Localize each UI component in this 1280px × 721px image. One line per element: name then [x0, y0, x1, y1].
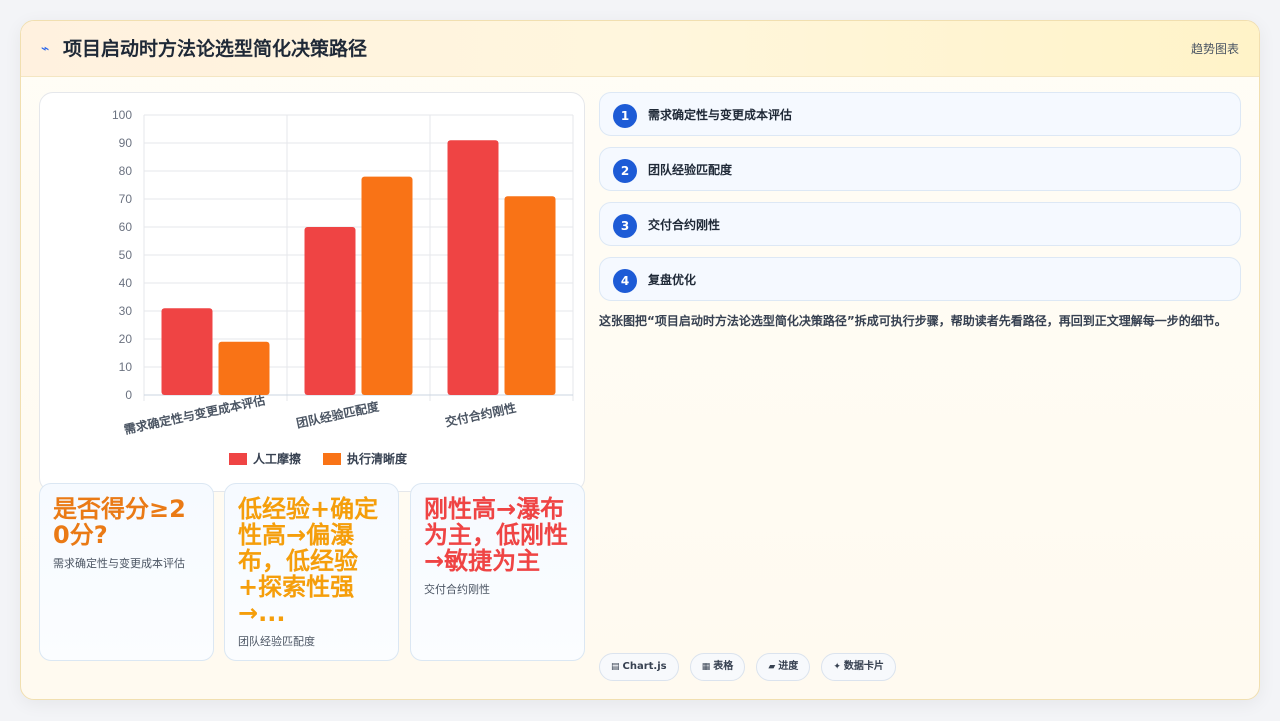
- stat-label: 需求确定性与变更成本评估: [53, 557, 185, 570]
- x-tick-label: 交付合约刚性: [444, 400, 518, 430]
- header-tag: 趋势图表: [1190, 42, 1239, 56]
- step-label: 团队经验匹配度: [648, 163, 733, 177]
- step-item-2[interactable]: 2 团队经验匹配度: [599, 147, 1241, 191]
- step-number: 1: [613, 104, 637, 128]
- stat-card-3: 刚性高→瀑布为主，低刚性→敏捷为主 交付合约刚性: [410, 483, 585, 661]
- step-label: 复盘优化: [648, 273, 697, 287]
- step-item-4[interactable]: 4 复盘优化: [599, 257, 1241, 301]
- chip-label: 进度: [778, 661, 799, 672]
- sparkle-icon: ✦: [833, 662, 841, 672]
- y-tick-label: 100: [112, 108, 132, 122]
- step-label: 需求确定性与变更成本评估: [648, 108, 793, 122]
- page-title: 项目启动时方法论选型简化决策路径: [63, 38, 368, 60]
- legend-swatch: [323, 453, 341, 465]
- feature-chips: ▤ Chart.js ▦ 表格 ▰ 进度 ✦ 数据卡片: [599, 653, 902, 681]
- legend-label: 执行清晰度: [347, 451, 408, 466]
- step-number: 2: [613, 159, 637, 183]
- chip-label: Chart.js: [622, 661, 667, 672]
- y-tick-label: 80: [119, 164, 133, 178]
- stat-card-1: 是否得分≥20分? 需求确定性与变更成本评估: [39, 483, 214, 661]
- step-label: 交付合约刚性: [648, 218, 721, 232]
- legend-label: 人工摩擦: [253, 451, 301, 466]
- stat-value: 刚性高→瀑布为主，低刚性→敏捷为主: [424, 495, 568, 575]
- bar: [361, 176, 413, 395]
- chip-label: 数据卡片: [843, 661, 884, 672]
- y-tick-label: 70: [119, 192, 133, 206]
- bar-chart: 0102030405060708090100需求确定性与变更成本评估 团队经验匹配…: [112, 108, 574, 466]
- bar: [161, 308, 213, 395]
- y-tick-label: 50: [119, 248, 133, 262]
- x-tick-label: 团队经验匹配度: [295, 398, 381, 430]
- chip-data-card[interactable]: ✦ 数据卡片: [821, 653, 896, 681]
- bar: [447, 140, 499, 395]
- stat-label: 交付合约刚性: [424, 583, 490, 596]
- bar: [304, 227, 356, 395]
- bar: [504, 196, 556, 395]
- chart-panel: 0 10 20 30 40 50 60 70 80 90 100 需求确定性与变更成本评估 团队经验匹配…: [39, 92, 585, 492]
- stat-card-2: 低经验+确定性高→偏瀑布，低经验+探索性强→... 团队经验匹配度: [224, 483, 399, 661]
- y-tick-label: 40: [119, 276, 133, 290]
- step-list: 1 需求确定性与变更成本评估 2 团队经验匹配度 3 交付合约刚性 4 复盘优化: [599, 92, 1241, 312]
- chip-table[interactable]: ▦ 表格: [689, 653, 746, 681]
- y-tick-label: 30: [119, 304, 133, 318]
- description: 这张图把“项目启动时方法论选型简化决策路径”拆成可执行步骤，帮助读者先看路径，再…: [599, 314, 1227, 328]
- y-tick-label: 90: [119, 136, 133, 150]
- y-tick-label: 10: [119, 360, 133, 374]
- bar: [218, 341, 270, 395]
- y-tick-label: 0: [125, 388, 132, 402]
- step-item-1[interactable]: 1 需求确定性与变更成本评估: [599, 92, 1241, 136]
- card-header: ⌁ 项目启动时方法论选型简化决策路径 趋势图表: [21, 21, 1259, 77]
- chip-progress[interactable]: ▰ 进度: [756, 653, 811, 681]
- chip-chartjs[interactable]: ▤ Chart.js: [599, 653, 679, 681]
- step-item-3[interactable]: 3 交付合约刚性: [599, 202, 1241, 246]
- chart-icon: ▤: [611, 662, 620, 672]
- progress-icon: ▰: [768, 662, 776, 672]
- stat-value: 是否得分≥20分?: [53, 495, 186, 549]
- trend-icon: ⌁: [41, 41, 50, 57]
- y-tick-label: 60: [119, 220, 133, 234]
- y-tick-label: 20: [119, 332, 133, 346]
- table-icon: ▦: [701, 662, 711, 672]
- stat-value: 低经验+确定性高→偏瀑布，低经验+探索性强→...: [238, 495, 379, 627]
- step-number: 3: [613, 214, 637, 238]
- stat-label: 团队经验匹配度: [238, 635, 315, 648]
- legend-swatch: [229, 453, 247, 465]
- step-number: 4: [613, 269, 637, 293]
- chip-label: 表格: [713, 661, 734, 672]
